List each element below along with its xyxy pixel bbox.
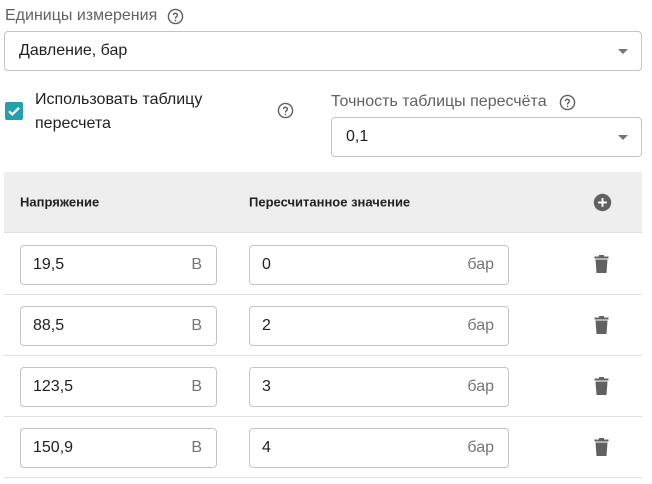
use-conversion-label[interactable]: Использовать таблицу пересчета [35,88,255,136]
converted-unit: бар [467,378,494,395]
table-row: 150,9 В 4 бар [4,417,642,478]
converted-input[interactable]: 4 бар [249,428,509,468]
converted-unit: бар [467,439,494,456]
converted-unit: бар [467,256,494,273]
voltage-unit: В [191,256,202,273]
voltage-value: 19,5 [33,256,65,273]
voltage-column-header: Напряжение [20,194,100,210]
voltage-value: 123,5 [33,378,74,395]
trash-icon[interactable] [594,377,609,395]
voltage-value: 88,5 [33,317,65,334]
help-icon[interactable] [167,8,184,25]
voltage-input[interactable]: 150,9 В [20,428,217,468]
voltage-unit: В [191,439,202,456]
converted-value: 4 [262,439,271,456]
add-row-icon[interactable] [593,193,612,212]
converted-input[interactable]: 2 бар [249,306,509,346]
voltage-input[interactable]: 19,5 В [20,245,217,285]
units-label-row: Единицы измерения [5,7,184,25]
converted-input[interactable]: 0 бар [249,245,509,285]
voltage-unit: В [191,317,202,334]
units-select[interactable]: Давление, бар [4,31,642,71]
converted-value: 2 [262,317,271,334]
converted-column-header: Пересчитанное значение [249,194,411,210]
dropdown-arrow-icon [618,49,628,54]
voltage-value: 150,9 [33,439,74,456]
table-row: 88,5 В 2 бар [4,295,642,356]
table-header: Напряжение Пересчитанное значение [4,172,642,233]
dropdown-arrow-icon [618,135,628,140]
voltage-input[interactable]: 123,5 В [20,367,217,407]
table-row: 19,5 В 0 бар [4,234,642,295]
precision-label-row: Точность таблицы пересчёта [331,93,576,111]
converted-value: 0 [262,256,271,273]
trash-icon[interactable] [594,316,609,334]
help-icon[interactable] [559,94,576,111]
converted-value: 3 [262,378,271,395]
trash-icon[interactable] [594,438,609,456]
converted-unit: бар [467,317,494,334]
help-icon[interactable] [277,102,294,119]
use-conversion-checkbox[interactable] [5,102,23,120]
units-selected-value: Давление, бар [19,42,128,59]
voltage-unit: В [191,378,202,395]
precision-label: Точность таблицы пересчёта [331,93,547,110]
voltage-input[interactable]: 88,5 В [20,306,217,346]
units-label: Единицы измерения [5,7,158,24]
trash-icon[interactable] [594,255,609,273]
precision-select[interactable]: 0,1 [331,117,642,157]
table-row: 123,5 В 3 бар [4,356,642,417]
converted-input[interactable]: 3 бар [249,367,509,407]
precision-selected-value: 0,1 [346,128,369,145]
